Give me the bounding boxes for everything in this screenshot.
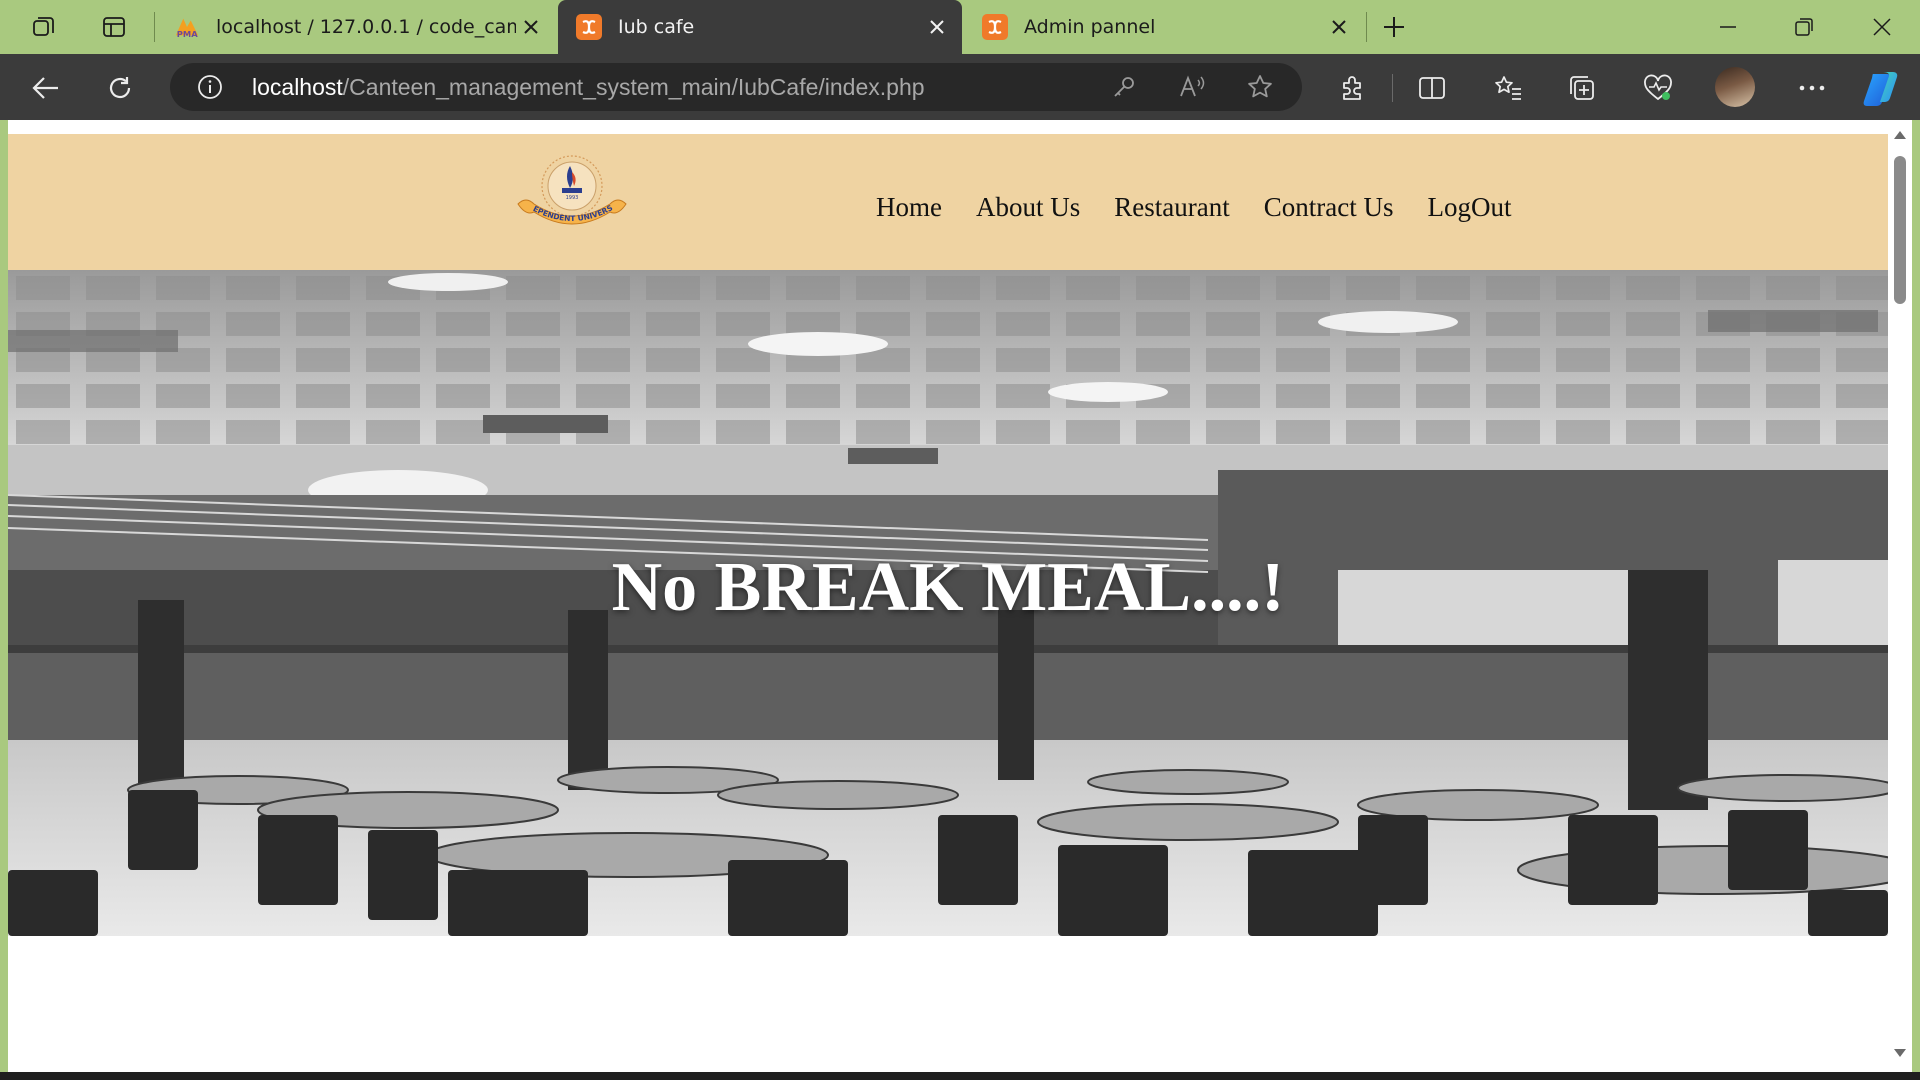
phpmyadmin-icon: PMA [174,14,200,40]
address-url[interactable]: localhost/Canteen_management_system_main… [252,74,925,101]
workspaces-icon[interactable] [26,9,62,45]
tab-phpmyadmin[interactable]: PMA localhost / 127.0.0.1 / code_camp [156,0,556,54]
window-bottom-edge [0,1072,1920,1080]
tab-separator [154,12,155,42]
close-window-icon[interactable] [1844,0,1920,54]
copilot-icon[interactable] [1862,68,1902,108]
profile-avatar[interactable] [1715,67,1755,107]
restore-icon[interactable] [1766,0,1842,54]
favorite-star-icon[interactable] [1242,69,1278,105]
collections-icon[interactable] [1562,68,1602,108]
main-nav: Home About Us Restaurant Contract Us Log… [876,192,1511,223]
scroll-up-arrow-icon[interactable] [1893,128,1907,142]
browser-essentials-icon[interactable] [1638,68,1678,108]
password-key-icon[interactable] [1106,69,1142,105]
refresh-icon[interactable] [100,68,140,108]
more-options-icon[interactable] [1792,68,1832,108]
tab-iub-cafe[interactable]: Iub cafe [558,0,962,54]
xampp-icon [576,14,602,40]
site-header: 1993 INDEPENDENT UNIVERSITY Home About U… [8,134,1888,270]
read-aloud-icon[interactable] [1174,69,1210,105]
hero-title: No BREAK MEAL....! [611,549,1285,626]
tab-separator [1366,12,1367,42]
nav-restaurant[interactable]: Restaurant [1114,192,1229,223]
xampp-icon [982,14,1008,40]
tab-admin-pannel[interactable]: Admin pannel [964,0,1364,54]
tab-title: Admin pannel [1024,16,1156,38]
new-tab-icon[interactable] [1376,9,1412,45]
svg-text:PMA: PMA [177,29,198,39]
address-bar[interactable]: localhost/Canteen_management_system_main… [170,63,1302,111]
close-tab-icon[interactable] [922,12,952,42]
tab-strip: PMA localhost / 127.0.0.1 / code_camp Iu… [0,0,1920,54]
nav-logout[interactable]: LogOut [1427,192,1511,223]
tab-title: Iub cafe [618,16,695,38]
nav-home[interactable]: Home [876,192,942,223]
scroll-down-arrow-icon[interactable] [1893,1046,1907,1060]
extensions-icon[interactable] [1332,68,1372,108]
iub-logo[interactable]: 1993 INDEPENDENT UNIVERSITY [508,145,632,236]
split-screen-icon[interactable] [1412,68,1452,108]
nav-contract-us[interactable]: Contract Us [1264,192,1394,223]
tab-title: localhost / 127.0.0.1 / code_camp [216,16,516,38]
back-icon[interactable] [26,68,66,108]
browser-toolbar: localhost/Canteen_management_system_main… [0,54,1920,120]
site-info-icon[interactable] [192,69,228,105]
vertical-tabs-icon[interactable] [96,9,132,45]
svg-text:1993: 1993 [566,195,579,201]
hero-banner: No BREAK MEAL....! [8,270,1888,936]
favorites-icon[interactable] [1488,68,1528,108]
minimize-icon[interactable] [1690,0,1766,54]
close-tab-icon[interactable] [516,12,546,42]
nav-about-us[interactable]: About Us [976,192,1080,223]
close-tab-icon[interactable] [1324,12,1354,42]
toolbar-separator [1392,74,1393,102]
page-viewport: 1993 INDEPENDENT UNIVERSITY Home About U… [8,120,1888,1072]
scroll-thumb[interactable] [1894,156,1906,304]
